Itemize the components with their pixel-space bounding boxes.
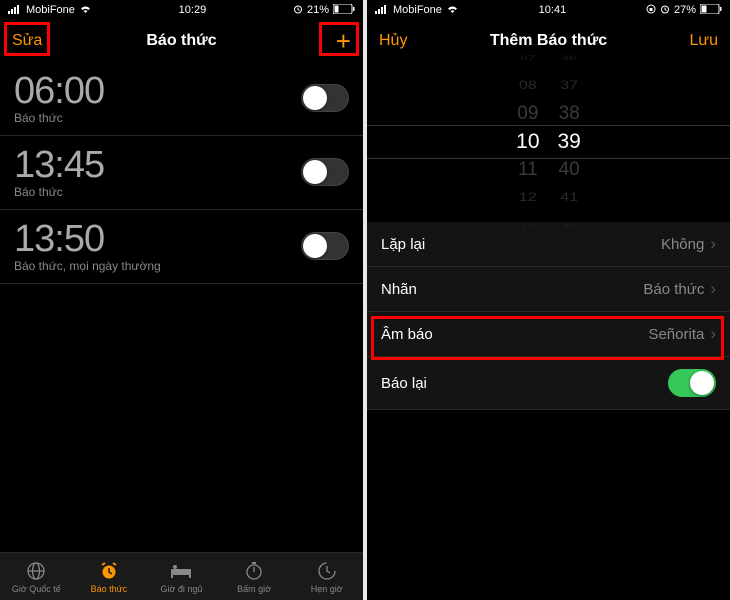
timer-icon: [316, 560, 338, 582]
globe-icon: [25, 560, 47, 582]
wifi-icon: [446, 4, 459, 17]
snooze-row: Báo lại: [367, 357, 730, 410]
alarm-toggle[interactable]: [301, 232, 349, 260]
hour-picker[interactable]: 07 08 09 10 11 12 13: [516, 44, 539, 240]
tab-world-clock[interactable]: Giờ Quốc tế: [0, 553, 73, 600]
phone-right: MobiFone 10:41 27% Hủy Thêm Báo thức Lưu…: [367, 0, 730, 600]
repeat-value: Không: [661, 236, 704, 253]
phone-left: MobiFone 10:29 21% Sửa Báo thức + 06:00 …: [0, 0, 363, 600]
tab-label: Giờ Quốc tế: [12, 584, 61, 594]
label-row[interactable]: Nhãn Báo thức ›: [367, 267, 730, 312]
signal-icon: [8, 4, 22, 17]
nav-bar: Sửa Báo thức +: [0, 20, 363, 62]
setting-label: Nhãn: [381, 281, 417, 298]
status-bar: MobiFone 10:29 21%: [0, 0, 363, 20]
tab-bedtime[interactable]: Giờ đi ngủ: [145, 553, 218, 600]
alarm-time: 13:45: [14, 144, 104, 187]
tab-label: Báo thức: [91, 584, 128, 594]
sound-value: Señorita: [648, 326, 704, 343]
tab-label: Bấm giờ: [237, 584, 271, 594]
battery-pct: 21%: [307, 4, 329, 16]
time-picker[interactable]: 07 08 09 10 11 12 13 36 37 38 39 40 41 4…: [367, 62, 730, 222]
alarm-item[interactable]: 06:00 Báo thức: [0, 62, 363, 136]
cancel-button[interactable]: Hủy: [379, 32, 419, 50]
chevron-right-icon: ›: [710, 234, 716, 254]
setting-label: Lặp lại: [381, 236, 425, 253]
carrier-label: MobiFone: [393, 4, 442, 16]
alarm-icon: [98, 560, 120, 582]
alarm-label: Báo thức: [14, 185, 104, 199]
alarm-time: 06:00: [14, 70, 104, 113]
signal-icon: [375, 4, 389, 17]
alarm-toggle[interactable]: [301, 158, 349, 186]
snooze-toggle[interactable]: [668, 369, 716, 397]
bed-icon: [170, 560, 192, 582]
alarm-label: Báo thức: [14, 111, 104, 125]
status-time: 10:41: [539, 4, 567, 16]
alarm-status-icon: [660, 4, 670, 17]
setting-label: Báo lại: [381, 375, 427, 392]
alarm-status-icon: [293, 4, 303, 17]
minute-picker[interactable]: 36 37 38 39 40 41 42: [558, 44, 581, 240]
battery-pct: 27%: [674, 4, 696, 16]
tab-label: Hẹn giờ: [311, 584, 343, 594]
nav-title: Thêm Báo thức: [490, 32, 607, 50]
edit-button[interactable]: Sửa: [12, 32, 52, 50]
nav-title: Báo thức: [146, 32, 216, 50]
battery-icon: [333, 4, 355, 17]
repeat-row[interactable]: Lặp lại Không ›: [367, 222, 730, 267]
chevron-right-icon: ›: [710, 279, 716, 299]
alarm-time: 13:50: [14, 218, 161, 261]
setting-label: Âm báo: [381, 326, 433, 343]
battery-icon: [700, 4, 722, 17]
tab-alarm[interactable]: Báo thức: [73, 553, 146, 600]
label-value: Báo thức: [643, 281, 704, 298]
nav-bar: Hủy Thêm Báo thức Lưu: [367, 20, 730, 62]
orientation-lock-icon: [646, 4, 656, 17]
alarm-list: 06:00 Báo thức 13:45 Báo thức 13:50 Báo …: [0, 62, 363, 284]
wifi-icon: [79, 4, 92, 17]
save-button[interactable]: Lưu: [678, 32, 718, 50]
chevron-right-icon: ›: [710, 324, 716, 344]
status-time: 10:29: [179, 4, 207, 16]
sound-row[interactable]: Âm báo Señorita ›: [367, 312, 730, 357]
tab-stopwatch[interactable]: Bấm giờ: [218, 553, 291, 600]
stopwatch-icon: [243, 560, 265, 582]
tab-bar: Giờ Quốc tế Báo thức Giờ đi ngủ Bấm giờ …: [0, 552, 363, 600]
tab-timer[interactable]: Hẹn giờ: [290, 553, 363, 600]
status-bar: MobiFone 10:41 27%: [367, 0, 730, 20]
alarm-item[interactable]: 13:50 Báo thức, mọi ngày thường: [0, 210, 363, 284]
alarm-item[interactable]: 13:45 Báo thức: [0, 136, 363, 210]
alarm-label: Báo thức, mọi ngày thường: [14, 259, 161, 273]
alarm-settings: Lặp lại Không › Nhãn Báo thức › Âm báo Señ…: [367, 222, 730, 410]
add-button[interactable]: +: [311, 28, 351, 54]
alarm-toggle[interactable]: [301, 84, 349, 112]
tab-label: Giờ đi ngủ: [161, 584, 203, 594]
carrier-label: MobiFone: [26, 4, 75, 16]
